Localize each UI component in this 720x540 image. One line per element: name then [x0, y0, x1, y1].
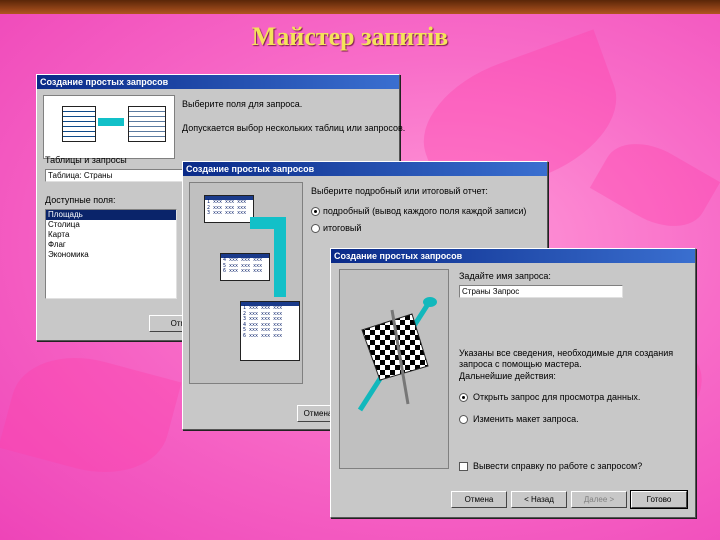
detail-sheet-icon: 1 ххх ххх ххх 2 ххх ххх ххх 3 ххх ххх хх… — [240, 301, 300, 361]
next-button[interactable]: Далее > — [571, 491, 627, 508]
help-checkbox-label: Вывести справку по работе с запросом? — [473, 461, 643, 471]
finish-button[interactable]: Готово — [630, 490, 688, 509]
list-item[interactable]: Площадь — [46, 210, 176, 220]
list-item[interactable]: Карта — [46, 230, 176, 240]
dialog-finish: Создание простых запросов Задайте имя за… — [330, 248, 696, 518]
next-action-label: Дальнейшие действия: — [459, 371, 556, 381]
decor-petal — [0, 341, 182, 489]
summary-sheet-icon: 1 ххх ххх ххх 2 ххх ххх ххх 3 ххх ххх хх… — [204, 195, 254, 223]
radio-detailed[interactable] — [311, 207, 320, 216]
radio-modify-design[interactable] — [459, 415, 468, 424]
radio-summary-label: итоговый — [323, 223, 362, 233]
wizard-illustration — [339, 269, 449, 469]
top-bar — [0, 0, 720, 14]
info-line-1: Указаны все сведения, необходимые для со… — [459, 348, 674, 358]
tables-select[interactable]: Таблица: Страны — [45, 169, 183, 182]
dialog-title-bar[interactable]: Создание простых запросов — [331, 249, 695, 263]
table-picture-icon — [128, 106, 166, 142]
radio-detailed-label: подробный (вывод каждого поля каждой зап… — [323, 206, 527, 216]
slide-title: Майстер запитів — [251, 22, 449, 51]
info-line-2: запроса с помощью мастера. — [459, 359, 582, 369]
arrow-down-icon — [274, 217, 286, 297]
report-type-question: Выберите подробный или итоговый отчет: — [311, 186, 488, 196]
instruction-line-2: Допускается выбор нескольких таблиц или … — [182, 123, 406, 133]
wizard-illustration — [43, 95, 175, 159]
list-item[interactable]: Экономика — [46, 250, 176, 260]
decor-petal — [589, 127, 720, 243]
available-fields-label: Доступные поля: — [45, 195, 116, 205]
checkered-flag-icon — [357, 297, 437, 412]
list-item[interactable]: Флаг — [46, 240, 176, 250]
back-button[interactable]: < Назад — [511, 491, 567, 508]
summary-sheet-icon: 4 ххх ххх ххх 5 ххх ххх ххх 6 ххх ххх хх… — [220, 253, 270, 281]
query-name-input[interactable]: Страны Запрос — [459, 285, 623, 298]
sheet-row: 6 ххх ххх ххх — [223, 268, 263, 274]
list-item[interactable]: Столица — [46, 220, 176, 230]
radio-modify-design-label: Изменить макет запроса. — [473, 414, 579, 424]
wizard-illustration: 1 ххх ххх ххх 2 ххх ххх ххх 3 ххх ххх хх… — [189, 182, 303, 384]
arrow-right-icon — [98, 118, 124, 126]
dialog-title-bar[interactable]: Создание простых запросов — [37, 75, 399, 89]
sheet-row: 3 ххх ххх ххх — [207, 210, 247, 216]
radio-summary[interactable] — [311, 224, 320, 233]
available-fields-list[interactable]: Площадь Столица Карта Флаг Экономика — [45, 209, 177, 299]
tables-label: Таблицы и запросы — [45, 155, 127, 165]
radio-open-query-label: Открыть запрос для просмотра данных. — [473, 392, 641, 402]
sheet-row: 6 ххх ххх ххх — [243, 332, 283, 339]
dialog-title-bar[interactable]: Создание простых запросов — [183, 162, 547, 176]
help-checkbox[interactable] — [459, 462, 468, 471]
radio-open-query[interactable] — [459, 393, 468, 402]
instruction-line-1: Выберите поля для запроса. — [182, 99, 303, 109]
query-name-label: Задайте имя запроса: — [459, 271, 551, 281]
cancel-button[interactable]: Отмена — [451, 491, 507, 508]
table-picture-icon — [62, 106, 96, 142]
